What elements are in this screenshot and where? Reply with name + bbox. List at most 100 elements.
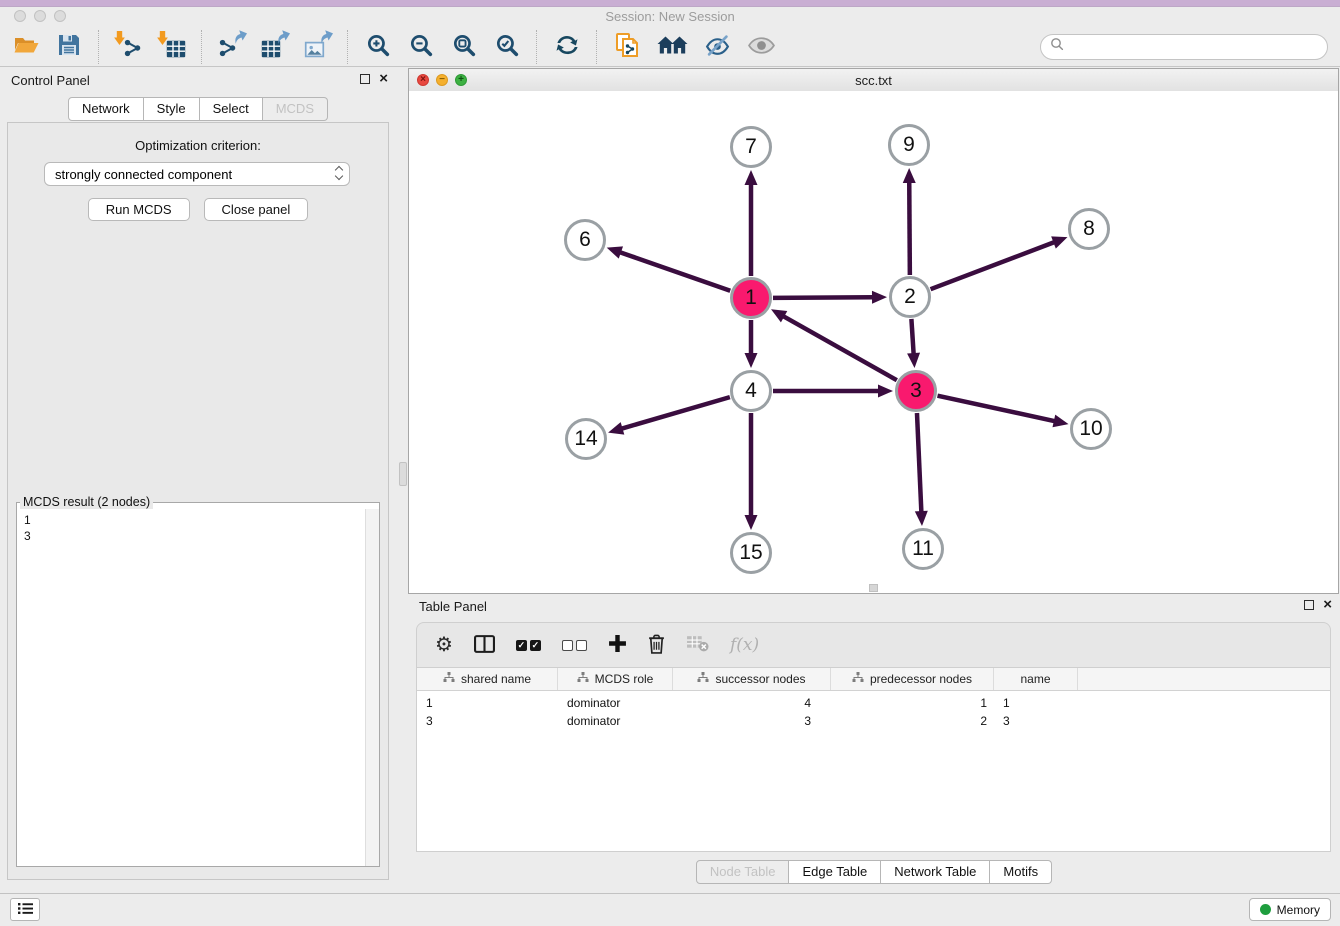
network-window-titlebar[interactable]: scc.txt: [409, 69, 1338, 92]
tab-node-table[interactable]: Node Table: [696, 860, 790, 884]
table-cell: 1: [831, 695, 994, 711]
open-session-button[interactable]: [12, 33, 40, 61]
mcds-result-area[interactable]: 1 3: [17, 509, 379, 866]
show-all-button[interactable]: [746, 33, 776, 61]
tab-edge-table[interactable]: Edge Table: [789, 860, 881, 884]
trash-icon: [648, 634, 665, 657]
node-8[interactable]: 8: [1068, 208, 1110, 250]
node-9[interactable]: 9: [888, 124, 930, 166]
delete-columns-button[interactable]: [648, 632, 665, 658]
node-11[interactable]: 11: [902, 528, 944, 570]
zoom-in-icon: [366, 33, 391, 61]
column-header-shared-name[interactable]: shared name: [417, 668, 558, 690]
control-panel-tabs: NetworkStyleSelectMCDS: [0, 97, 396, 121]
table-row[interactable]: 3dominator323: [417, 713, 1330, 729]
zoom-selected-button[interactable]: [493, 33, 521, 61]
table-cell: 1: [994, 695, 1078, 711]
optimization-select[interactable]: strongly connected component: [44, 162, 350, 186]
import-network-button[interactable]: [115, 33, 143, 61]
tab-select[interactable]: Select: [200, 97, 263, 121]
node-1[interactable]: 1: [730, 277, 772, 319]
node-6[interactable]: 6: [564, 219, 606, 261]
search-icon: [1050, 37, 1064, 56]
column-header-filler: [1078, 668, 1330, 690]
panel-splitter-vertical[interactable]: [396, 68, 408, 894]
show-columns-button[interactable]: [474, 632, 495, 658]
export-network-button[interactable]: [218, 33, 246, 61]
column-header-label: successor nodes: [715, 672, 805, 686]
table-cell-filler: [1078, 695, 1330, 711]
node-table: shared nameMCDS role successor nodes prede…: [416, 668, 1331, 852]
tab-mcds[interactable]: MCDS: [263, 97, 328, 121]
zoom-fit-button[interactable]: [450, 33, 478, 61]
first-neighbors-button[interactable]: [656, 33, 688, 61]
import-network-icon: [115, 33, 143, 61]
search-input[interactable]: [1069, 38, 1318, 55]
node-14[interactable]: 14: [565, 418, 607, 460]
mcds-result-title: MCDS result (2 nodes): [20, 495, 153, 509]
control-panel-title: Control Panel: [11, 73, 90, 88]
export-image-button[interactable]: [304, 33, 332, 61]
node-2[interactable]: 2: [889, 276, 931, 318]
column-header-name[interactable]: name: [994, 668, 1078, 690]
clone-network-button[interactable]: [613, 33, 641, 61]
select-all-columns-button[interactable]: [516, 632, 541, 658]
result-scrollbar[interactable]: [365, 509, 379, 866]
export-table-icon: [261, 33, 289, 61]
network-window-title: scc.txt: [409, 73, 1338, 88]
zoom-in-button[interactable]: [364, 33, 392, 61]
hide-selected-button[interactable]: [703, 33, 731, 61]
run-mcds-button[interactable]: Run MCDS: [88, 198, 190, 221]
memory-button[interactable]: Memory: [1249, 898, 1331, 921]
status-list-button[interactable]: [10, 898, 40, 921]
node-15[interactable]: 15: [730, 532, 772, 574]
column-type-icon: [443, 672, 455, 686]
column-header-predecessor-nodes[interactable]: predecessor nodes: [831, 668, 994, 690]
tab-network-table[interactable]: Network Table: [881, 860, 990, 884]
table-cell-filler: [1078, 713, 1330, 729]
node-4[interactable]: 4: [730, 370, 772, 412]
column-header-MCDS-role[interactable]: MCDS role: [558, 668, 673, 690]
control-panel: Control Panel NetworkStyleSelectMCDS Opt…: [0, 68, 396, 894]
tab-motifs[interactable]: Motifs: [990, 860, 1052, 884]
close-table-panel-icon[interactable]: [1323, 599, 1332, 611]
node-10[interactable]: 10: [1070, 408, 1112, 450]
fx-icon: f(x): [730, 635, 759, 655]
float-table-panel-icon[interactable]: [1304, 600, 1314, 610]
app-window: Session: New Session: [0, 0, 1340, 926]
import-table-button[interactable]: [158, 33, 186, 61]
tab-network[interactable]: Network: [68, 97, 144, 121]
node-3[interactable]: 3: [895, 370, 937, 412]
unselect-all-columns-button[interactable]: [562, 632, 587, 658]
table-cell: 3: [417, 713, 558, 729]
window-top-strip: [0, 0, 1340, 7]
float-panel-icon[interactable]: [360, 74, 370, 84]
tab-style[interactable]: Style: [144, 97, 200, 121]
delete-table-button[interactable]: [686, 632, 709, 658]
node-7[interactable]: 7: [730, 126, 772, 168]
table-cell: 1: [417, 695, 558, 711]
close-panel-icon[interactable]: [379, 73, 388, 85]
table-options-button[interactable]: [435, 632, 453, 658]
window-title: Session: New Session: [0, 9, 1340, 24]
mcds-panel: Optimization criterion: strongly connect…: [7, 122, 389, 880]
zoom-selected-icon: [495, 33, 520, 61]
column-header-successor-nodes[interactable]: successor nodes: [673, 668, 831, 690]
function-builder-button[interactable]: f(x): [730, 632, 759, 658]
close-panel-button[interactable]: Close panel: [204, 198, 309, 221]
table-panel-tabs: Node TableEdge TableNetwork TableMotifs: [408, 860, 1340, 884]
export-table-button[interactable]: [261, 33, 289, 61]
refresh-button[interactable]: [553, 33, 581, 61]
status-bar: Memory: [0, 893, 1340, 926]
table-row[interactable]: 1dominator411: [417, 695, 1330, 711]
add-column-button[interactable]: [608, 632, 627, 658]
window-titlebar: Session: New Session: [0, 7, 1340, 27]
network-resize-grip[interactable]: [869, 584, 878, 592]
column-type-icon: [577, 672, 589, 686]
network-canvas[interactable]: 7 9 6 8 1 2 4 3 14 10 15 11: [409, 91, 1338, 593]
memory-status-icon: [1260, 904, 1271, 915]
zoom-out-button[interactable]: [407, 33, 435, 61]
search-box[interactable]: [1040, 34, 1328, 60]
export-image-icon: [304, 33, 332, 61]
save-session-button[interactable]: [55, 33, 83, 61]
